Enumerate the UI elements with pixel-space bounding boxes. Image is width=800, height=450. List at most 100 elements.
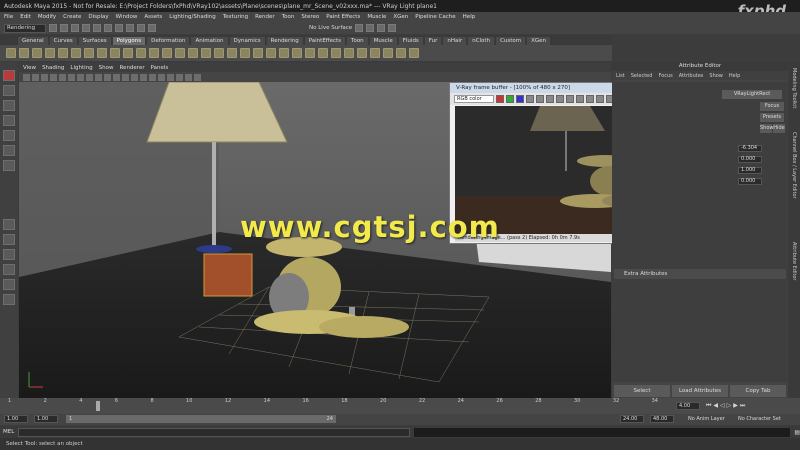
end-time-field[interactable]: 48.00 — [650, 415, 674, 423]
step-back-icon[interactable]: ◀ — [713, 402, 718, 410]
shelf-tab-ncloth[interactable]: nCloth — [468, 37, 495, 45]
step-forward-icon[interactable]: ▶ — [733, 402, 738, 410]
ae-menu-focus[interactable]: Focus — [658, 73, 672, 79]
bookmark-icon[interactable] — [41, 73, 48, 81]
menu-render[interactable]: Render — [255, 14, 275, 20]
wireframe-icon[interactable] — [113, 73, 120, 81]
boolean-icon[interactable] — [175, 48, 185, 58]
attr-field-2[interactable]: 1.000 — [738, 167, 762, 174]
play-forward-icon[interactable]: ▷ — [727, 402, 732, 410]
command-input[interactable] — [18, 427, 410, 437]
channel-select[interactable]: RGB color — [454, 95, 494, 103]
menu-file[interactable]: File — [4, 14, 13, 20]
shelf-tab-rendering[interactable]: Rendering — [266, 37, 303, 45]
perspective-graph-layout-icon[interactable] — [3, 264, 15, 275]
snap-grid-icon[interactable] — [115, 24, 123, 32]
range-start-handle[interactable]: 1 — [69, 415, 72, 423]
field-chart-icon[interactable] — [95, 73, 102, 81]
poly-plane-icon[interactable] — [58, 48, 68, 58]
side-tab-channel-box[interactable]: Channel Box / Layer Editor — [791, 132, 797, 199]
select-component-icon[interactable] — [104, 24, 112, 32]
isolate-select-icon[interactable] — [185, 73, 192, 81]
go-to-end-icon[interactable]: ⏭ — [740, 402, 745, 410]
four-view-layout-icon[interactable] — [3, 234, 15, 245]
shelf-tab-curves[interactable]: Curves — [49, 37, 77, 45]
soften-edge-icon[interactable] — [383, 48, 393, 58]
smooth-icon[interactable] — [162, 48, 172, 58]
region-render-icon[interactable] — [596, 95, 604, 103]
merge-icon[interactable] — [240, 48, 250, 58]
last-tool-icon[interactable] — [3, 160, 15, 171]
automatic-map-icon[interactable] — [357, 48, 367, 58]
render-view-icon[interactable] — [355, 24, 364, 32]
time-slider[interactable]: 1 2 4 6 8 10 12 14 16 18 20 22 24 26 28 … — [0, 398, 800, 414]
menu-pipeline-cache[interactable]: Pipeline Cache — [415, 14, 455, 20]
ae-menu-show[interactable]: Show — [709, 73, 723, 79]
shelf-tab-xgen[interactable]: XGen — [527, 37, 551, 45]
presets-button[interactable]: Presets — [760, 113, 784, 122]
viewport-menu-panels[interactable]: Panels — [151, 65, 169, 71]
lasso-tool-icon[interactable] — [3, 85, 15, 96]
script-editor-icon[interactable]: ▤ — [794, 429, 800, 436]
ae-menu-attributes[interactable]: Attributes — [679, 73, 704, 79]
range-start-field[interactable]: 1.00 — [34, 415, 58, 423]
shadows-icon[interactable] — [158, 73, 165, 81]
viewport-menu-shading[interactable]: Shading — [42, 65, 64, 71]
combine-icon[interactable] — [136, 48, 146, 58]
xray-icon[interactable] — [194, 73, 201, 81]
command-language-label[interactable]: MEL — [3, 429, 14, 435]
uv-editor-icon[interactable] — [305, 48, 315, 58]
clear-image-icon[interactable] — [566, 95, 574, 103]
range-end-handle[interactable]: 24 — [327, 415, 333, 423]
menu-lighting-shading[interactable]: Lighting/Shading — [169, 14, 215, 20]
menu-create[interactable]: Create — [63, 14, 81, 20]
select-button[interactable]: Select — [614, 385, 670, 397]
viewport-menu-lighting[interactable]: Lighting — [70, 65, 92, 71]
menu-xgen[interactable]: XGen — [393, 14, 408, 20]
menu-edit[interactable]: Edit — [20, 14, 31, 20]
grid-icon[interactable] — [59, 73, 66, 81]
red-channel-icon[interactable] — [496, 95, 504, 103]
poly-helix-icon[interactable] — [123, 48, 133, 58]
menu-window[interactable]: Window — [116, 14, 138, 20]
move-tool-icon[interactable] — [3, 115, 15, 126]
poly-pyramid-icon[interactable] — [97, 48, 107, 58]
harden-edge-icon[interactable] — [396, 48, 406, 58]
viewport-menu-show[interactable]: Show — [99, 65, 114, 71]
green-channel-icon[interactable] — [506, 95, 514, 103]
spherical-map-icon[interactable] — [344, 48, 354, 58]
poly-sphere-icon[interactable] — [6, 48, 16, 58]
shelf-tab-surfaces[interactable]: Surfaces — [78, 37, 111, 45]
new-scene-icon[interactable] — [49, 24, 57, 32]
anim-layer-select[interactable]: No Anim Layer — [688, 416, 725, 422]
reverse-normals-icon[interactable] — [409, 48, 419, 58]
node-tab[interactable]: VRayLightRect — [722, 90, 782, 99]
load-image-icon[interactable] — [556, 95, 564, 103]
start-time-field[interactable]: 1.00 — [4, 415, 28, 423]
extrude-icon[interactable] — [201, 48, 211, 58]
history-icon[interactable] — [148, 24, 156, 32]
poly-cube-icon[interactable] — [19, 48, 29, 58]
bevel-icon[interactable] — [227, 48, 237, 58]
shelf-tab-toon[interactable]: Toon — [347, 37, 368, 45]
checker-icon[interactable] — [370, 48, 380, 58]
select-hierarchy-icon[interactable] — [82, 24, 90, 32]
cylindrical-map-icon[interactable] — [331, 48, 341, 58]
menu-paint-effects[interactable]: Paint Effects — [326, 14, 360, 20]
menu-help[interactable]: Help — [463, 14, 476, 20]
shelf-tab-general[interactable]: General — [18, 37, 48, 45]
attr-field-3[interactable]: 0.000 — [738, 178, 762, 185]
menu-texturing[interactable]: Texturing — [223, 14, 248, 20]
extra-attributes-section[interactable]: Extra Attributes — [614, 269, 786, 279]
offset-edge-loop-icon[interactable] — [292, 48, 302, 58]
film-gate-icon[interactable] — [68, 73, 75, 81]
outliner-layout-icon[interactable] — [3, 294, 15, 305]
blue-channel-icon[interactable] — [516, 95, 524, 103]
scale-tool-icon[interactable] — [3, 145, 15, 156]
insert-edge-loop-icon[interactable] — [279, 48, 289, 58]
poly-torus-icon[interactable] — [71, 48, 81, 58]
menu-modify[interactable]: Modify — [38, 14, 56, 20]
safe-action-icon[interactable] — [104, 73, 111, 81]
shelf-tab-polygons[interactable]: Polygons — [112, 37, 146, 45]
range-slider-bar[interactable]: 1 24 — [66, 415, 336, 423]
